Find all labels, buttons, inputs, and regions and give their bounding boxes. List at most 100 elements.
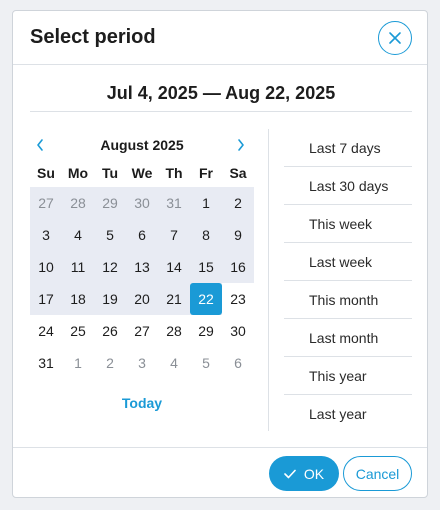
day-cell[interactable]: 5 (190, 347, 222, 379)
day-number: 27 (38, 195, 54, 211)
day-cell[interactable]: 31 (30, 347, 62, 379)
day-number: 8 (202, 227, 210, 243)
dialog-title: Select period (30, 26, 156, 48)
day-cell[interactable]: 20 (126, 283, 158, 315)
day-number: 3 (42, 227, 50, 243)
day-cell[interactable]: 3 (30, 219, 62, 251)
selected-range-label: Jul 4, 2025 — Aug 22, 2025 (106, 83, 336, 103)
day-cell[interactable]: 5 (94, 219, 126, 251)
day-cell[interactable]: 30 (126, 187, 158, 219)
day-number: 24 (38, 323, 54, 339)
day-cell[interactable]: 14 (158, 251, 190, 283)
day-cell[interactable]: 4 (158, 347, 190, 379)
day-cell[interactable]: 28 (62, 187, 94, 219)
check-icon (284, 469, 296, 478)
preset-item[interactable]: Last 30 days (284, 167, 412, 205)
footer-divider (13, 447, 427, 448)
preset-item[interactable]: This year (284, 357, 412, 395)
day-cell[interactable]: 13 (126, 251, 158, 283)
day-cell[interactable]: 1 (190, 187, 222, 219)
day-number: 19 (102, 291, 118, 307)
day-cell[interactable]: 9 (222, 219, 254, 251)
day-cell[interactable]: 4 (62, 219, 94, 251)
day-cell[interactable]: 29 (94, 187, 126, 219)
day-number: 2 (106, 355, 114, 371)
day-cell[interactable]: 3 (126, 347, 158, 379)
day-cell[interactable]: 7 (158, 219, 190, 251)
day-number: 14 (166, 259, 182, 275)
calendar-week-row: 10 11 12 13 14 15 16 (30, 251, 254, 283)
day-number: 25 (70, 323, 86, 339)
day-cell[interactable]: 6 (222, 347, 254, 379)
calendar-week-row: 31 1 2 3 4 5 6 (30, 347, 254, 379)
day-number: 22 (190, 283, 222, 315)
day-number: 15 (198, 259, 214, 275)
day-number: 4 (170, 355, 178, 371)
day-cell[interactable]: 27 (126, 315, 158, 347)
day-cell[interactable]: 21 (158, 283, 190, 315)
day-cell[interactable]: 10 (30, 251, 62, 283)
day-cell[interactable]: 1 (62, 347, 94, 379)
calendar-weeks: 27 28 29 30 31 1 2 3 4 5 6 7 8 9 10 11 12 13 14 15 16 17 18 19 2… (30, 187, 254, 379)
day-number: 16 (230, 259, 246, 275)
day-cell[interactable]: 29 (190, 315, 222, 347)
close-button[interactable] (378, 21, 412, 55)
close-icon (389, 32, 401, 44)
day-number: 2 (234, 195, 242, 211)
day-number: 5 (106, 227, 114, 243)
day-number: 31 (166, 195, 182, 211)
day-number: 1 (74, 355, 82, 371)
day-number: 6 (138, 227, 146, 243)
day-cell[interactable]: 19 (94, 283, 126, 315)
preset-item[interactable]: This month (284, 281, 412, 319)
day-number: 27 (134, 323, 150, 339)
preset-item[interactable]: Last week (284, 243, 412, 281)
day-cell[interactable]: 8 (190, 219, 222, 251)
day-cell[interactable]: 26 (94, 315, 126, 347)
day-cell[interactable]: 25 (62, 315, 94, 347)
ok-label: OK (303, 465, 325, 482)
day-cell[interactable]: 6 (126, 219, 158, 251)
day-cell[interactable]: 2 (94, 347, 126, 379)
preset-item[interactable]: Last year (284, 395, 412, 433)
day-cell[interactable]: 27 (30, 187, 62, 219)
calendar-week-row: 3 4 5 6 7 8 9 (30, 219, 254, 251)
day-number: 29 (198, 323, 214, 339)
day-cell[interactable]: 12 (94, 251, 126, 283)
day-cell[interactable]: 18 (62, 283, 94, 315)
day-number: 17 (38, 291, 54, 307)
day-cell[interactable]: 31 (158, 187, 190, 219)
day-cell[interactable]: 2 (222, 187, 254, 219)
preset-item[interactable]: This week (284, 205, 412, 243)
weekday-label: We (131, 165, 153, 181)
weekday-label: Su (37, 165, 55, 181)
cancel-button[interactable]: Cancel (343, 456, 412, 491)
day-cell[interactable]: 16 (222, 251, 254, 283)
day-number: 11 (70, 259, 86, 275)
day-number: 10 (38, 259, 54, 275)
divider (30, 111, 412, 112)
day-number: 18 (70, 291, 86, 307)
preset-item[interactable]: Last 7 days (284, 129, 412, 167)
preset-item[interactable]: Last month (284, 319, 412, 357)
day-number: 3 (138, 355, 146, 371)
day-cell[interactable]: 24 (30, 315, 62, 347)
ok-button[interactable]: OK (269, 456, 339, 491)
day-cell[interactable]: 23 (222, 283, 254, 315)
day-number: 12 (102, 259, 118, 275)
day-cell[interactable]: 28 (158, 315, 190, 347)
day-number: 30 (134, 195, 150, 211)
calendar-week-row: 27 28 29 30 31 1 2 (30, 187, 254, 219)
day-cell[interactable]: 11 (62, 251, 94, 283)
vertical-divider (268, 129, 269, 431)
today-button[interactable]: Today (30, 395, 254, 411)
selected-day[interactable]: 22 (190, 283, 222, 315)
day-number: 30 (230, 323, 246, 339)
day-number: 13 (134, 259, 150, 275)
day-cell[interactable]: 30 (222, 315, 254, 347)
day-cell[interactable]: 17 (30, 283, 62, 315)
next-month-button[interactable] (231, 135, 251, 155)
day-cell[interactable]: 15 (190, 251, 222, 283)
weekday-label: Tu (101, 165, 119, 181)
day-number: 29 (102, 195, 118, 211)
